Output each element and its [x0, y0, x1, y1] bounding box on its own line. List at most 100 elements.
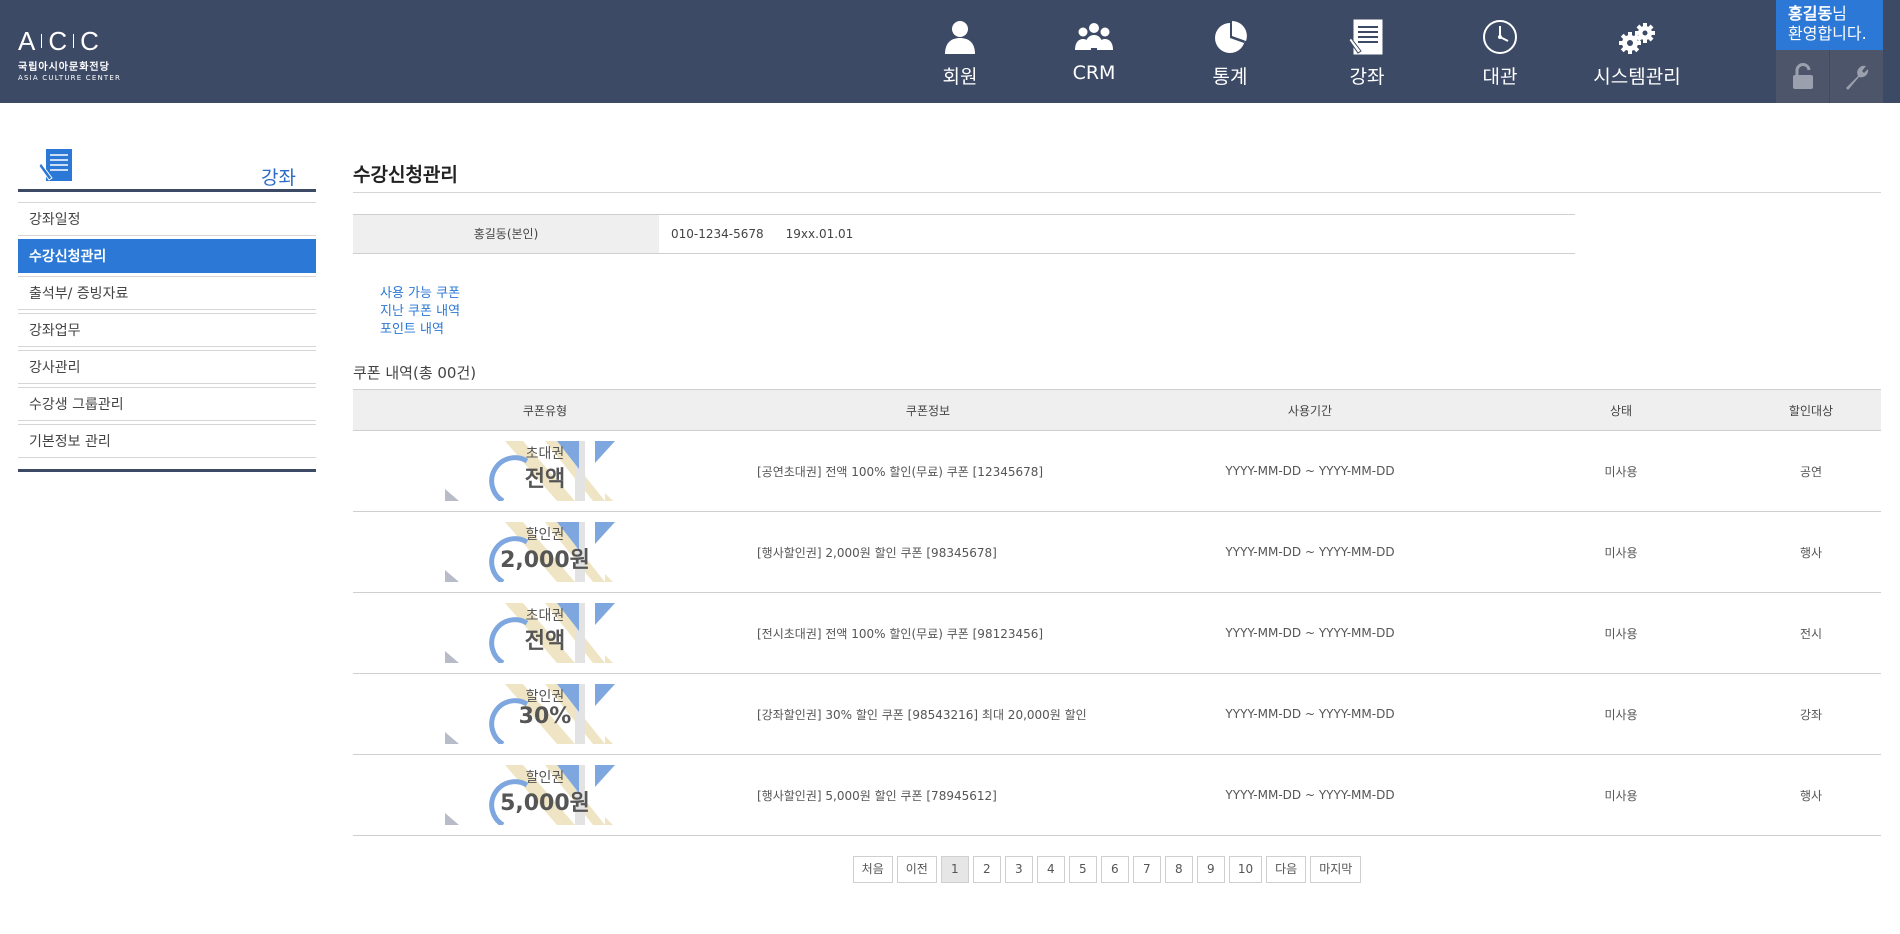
gnb-item-member[interactable]: 회원: [905, 18, 1015, 89]
col-header-status: 상태: [1501, 389, 1741, 431]
table-row: 할인권 2,000원 [행사할인권] 2,000원 할인 쿠폰 [9834567…: [353, 511, 1881, 593]
coupon-image: 초대권 전액: [445, 441, 645, 501]
settings-button[interactable]: [1830, 50, 1883, 103]
coupon-type-cell: 할인권 2,000원: [353, 511, 737, 593]
pie-chart-icon: [1215, 21, 1247, 53]
left-nav-header: 강좌: [18, 145, 316, 192]
clock-icon: [1483, 20, 1517, 54]
coupon-target-cell: 공연: [1741, 430, 1881, 512]
coupon-amount: 전액: [524, 629, 566, 654]
page-number-list: 1 2 3 4 5 6 7 8 9 10: [940, 856, 1263, 883]
coupon-image: 할인권 30%: [445, 684, 645, 744]
person-icon: [945, 21, 975, 54]
coupon-type-cell: 할인권 30%: [353, 673, 737, 755]
page-number-button[interactable]: 5: [1068, 856, 1097, 883]
page-number-button[interactable]: 1: [940, 856, 969, 883]
past-coupons-link[interactable]: 지난 쿠폰 내역: [380, 303, 1881, 321]
table-row: 초대권 전액 [공연초대권] 전액 100% 할인(무료) 쿠폰 [123456…: [353, 430, 1881, 512]
logo-english-name: ASIA CULTURE CENTER: [18, 74, 122, 82]
left-nav-list: 강좌일정 수강신청관리 출석부/ 증빙자료 강좌업무 강사관리 수강생 그룹관리…: [18, 202, 316, 472]
member-summary: 홍길동(본인) 010-1234-5678 19xx.01.01: [353, 214, 1575, 254]
left-nav: 강좌 강좌일정 수강신청관리 출석부/ 증빙자료 강좌업무 강사관리 수강생 그…: [18, 145, 316, 472]
coupon-info-cell: [행사할인권] 5,000원 할인 쿠폰 [78945612]: [737, 754, 1119, 836]
page-number-button[interactable]: 4: [1036, 856, 1065, 883]
col-header-info: 쿠폰정보: [737, 389, 1119, 431]
member-phone: 010-1234-5678: [671, 227, 764, 241]
pagination: 처음 이전 1 2 3 4 5 6 7 8 9 10 다음 마지막: [333, 856, 1881, 883]
member-info: 010-1234-5678 19xx.01.01: [659, 215, 875, 253]
sidebar-item-course-schedule[interactable]: 강좌일정: [18, 202, 316, 236]
logo-letter: A: [18, 26, 50, 56]
acc-logo[interactable]: A C C 국립아시아문화전당 ASIA CULTURE CENTER: [18, 28, 121, 82]
coupon-status-cell: 미사용: [1501, 430, 1741, 512]
top-header: A C C 국립아시아문화전당 ASIA CULTURE CENTER 회원 C…: [0, 0, 1900, 103]
coupon-type-label: 할인권: [525, 689, 565, 705]
page-number-button[interactable]: 8: [1164, 856, 1193, 883]
unlock-icon: [1792, 62, 1813, 89]
coupon-target-cell: 강좌: [1741, 673, 1881, 755]
coupon-table-body: 초대권 전액 [공연초대권] 전액 100% 할인(무료) 쿠폰 [123456…: [353, 430, 1881, 836]
coupon-type-label: 할인권: [525, 527, 565, 543]
gnb-item-crm[interactable]: CRM: [1039, 18, 1149, 84]
coupon-info-cell: [강좌할인권] 30% 할인 쿠폰 [98543216] 최대 20,000원 …: [737, 673, 1119, 755]
page-number-button[interactable]: 7: [1132, 856, 1161, 883]
logout-button[interactable]: [1776, 50, 1829, 103]
group-icon: [1075, 23, 1113, 50]
gnb-item-statistics[interactable]: 통계: [1175, 18, 1285, 89]
main-content: 수강신청관리 홍길동(본인) 010-1234-5678 19xx.01.01 사…: [353, 145, 1881, 883]
sidebar-item-enrollment[interactable]: 수강신청관리: [18, 239, 316, 273]
gnb-item-course[interactable]: 강좌: [1312, 18, 1422, 89]
sidebar-item-student-groups[interactable]: 수강생 그룹관리: [18, 387, 316, 421]
coupon-period-cell: YYYY-MM-DD ~ YYYY-MM-DD: [1119, 592, 1501, 674]
user-greeting: 홍길동님 환영합니다.: [1776, 0, 1883, 50]
gnb-item-system[interactable]: 시스템관리: [1582, 18, 1692, 89]
member-name: 홍길동(본인): [353, 215, 659, 253]
page-number-button[interactable]: 6: [1100, 856, 1129, 883]
page-next-button[interactable]: 다음: [1266, 856, 1307, 883]
coupon-image: 할인권 5,000원: [445, 765, 645, 825]
page-title: 수강신청관리: [353, 145, 1881, 193]
gnb-label: 대관: [1482, 66, 1518, 88]
gnb-item-rental[interactable]: 대관: [1445, 18, 1555, 89]
coupon-amount: 전액: [524, 467, 566, 492]
page-first-button[interactable]: 처음: [852, 856, 893, 883]
gnb-label: CRM: [1072, 62, 1116, 84]
page-number-button[interactable]: 2: [972, 856, 1001, 883]
coupon-amount: 30%: [518, 704, 572, 729]
coupon-status-cell: 미사용: [1501, 673, 1741, 755]
coupon-target-cell: 행사: [1741, 754, 1881, 836]
welcome-text: 환영합니다.: [1788, 24, 1867, 43]
col-header-type: 쿠폰유형: [353, 389, 737, 431]
coupon-period-cell: YYYY-MM-DD ~ YYYY-MM-DD: [1119, 511, 1501, 593]
coupon-period-cell: YYYY-MM-DD ~ YYYY-MM-DD: [1119, 754, 1501, 836]
page-number-button[interactable]: 3: [1004, 856, 1033, 883]
logo-letter: C: [80, 26, 113, 56]
coupon-table: 쿠폰유형 쿠폰정보 사용기간 상태 할인대상 초대권 전액 [공연초대권] 전액…: [353, 389, 1881, 836]
coupon-period-cell: YYYY-MM-DD ~ YYYY-MM-DD: [1119, 430, 1501, 512]
page-last-button[interactable]: 마지막: [1310, 856, 1362, 883]
page-number-button[interactable]: 9: [1196, 856, 1225, 883]
gnb-label: 강좌: [1349, 66, 1385, 88]
table-row: 할인권 5,000원 [행사할인권] 5,000원 할인 쿠폰 [7894561…: [353, 754, 1881, 836]
page-number-button[interactable]: 10: [1228, 856, 1263, 883]
coupon-type-cell: 할인권 5,000원: [353, 754, 737, 836]
member-birth: 19xx.01.01: [785, 227, 854, 241]
table-row: 할인권 30% [강좌할인권] 30% 할인 쿠폰 [98543216] 최대 …: [353, 673, 1881, 755]
col-header-period: 사용기간: [1119, 389, 1501, 431]
sidebar-item-attendance[interactable]: 출석부/ 증빙자료: [18, 276, 316, 310]
sidebar-item-basic-info[interactable]: 기본정보 관리: [18, 424, 316, 458]
course-book-icon: [38, 149, 72, 181]
course-book-icon: [1348, 19, 1383, 55]
coupon-info-cell: [공연초대권] 전액 100% 할인(무료) 쿠폰 [12345678]: [737, 430, 1119, 512]
page-prev-button[interactable]: 이전: [896, 856, 937, 883]
sidebar-item-course-tasks[interactable]: 강좌업무: [18, 313, 316, 347]
coupon-image: 초대권 전액: [445, 603, 645, 663]
coupon-type-label: 초대권: [525, 446, 565, 462]
coupon-type-label: 초대권: [525, 608, 565, 624]
wrench-icon: [1845, 65, 1868, 90]
coupon-status-cell: 미사용: [1501, 754, 1741, 836]
sidebar-item-instructors[interactable]: 강사관리: [18, 350, 316, 384]
points-history-link[interactable]: 포인트 내역: [380, 321, 1881, 339]
gnb-label: 시스템관리: [1593, 66, 1681, 88]
available-coupons-link[interactable]: 사용 가능 쿠폰: [380, 285, 1881, 303]
